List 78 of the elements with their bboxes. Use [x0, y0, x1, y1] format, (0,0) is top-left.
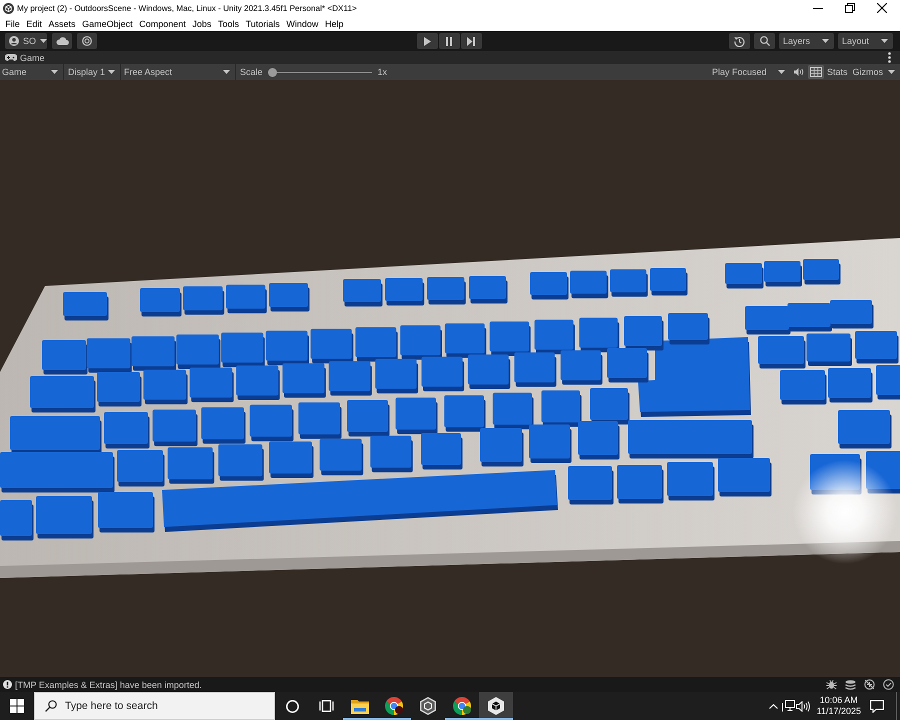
grid-toggle[interactable] [808, 65, 824, 79]
ring-icon [82, 36, 92, 46]
cube-icon [488, 697, 504, 715]
close-icon [877, 3, 887, 13]
crossed-circle-icon [864, 679, 875, 690]
stats-button[interactable]: Stats [824, 64, 850, 80]
search-icon [45, 700, 57, 712]
toolbar-button[interactable] [77, 33, 97, 49]
menu-item[interactable]: Component [136, 18, 190, 30]
view-dropdown[interactable]: Game [0, 64, 63, 80]
restore-icon [845, 3, 855, 13]
play-button[interactable] [416, 33, 438, 49]
window-title: My project (2) - OutdoorsScene - Windows, Mac, Linux - Unity 2021.3.45f1 Personal* <DX11> [17, 4, 357, 12]
cloud-button[interactable] [52, 33, 72, 49]
chevron-up-icon [768, 704, 778, 708]
windows-logo-icon [10, 699, 24, 713]
more-icon [888, 52, 891, 63]
ring-icon [286, 700, 298, 712]
menu-item[interactable]: File [2, 18, 24, 30]
menu-item[interactable]: Jobs [189, 18, 215, 30]
menu-item[interactable]: Window [283, 18, 322, 30]
gamepad-icon [5, 54, 17, 61]
grid-icon [810, 67, 822, 77]
stack-icon [845, 680, 856, 690]
history-button[interactable] [729, 33, 750, 49]
menu-item[interactable]: Assets [45, 18, 79, 30]
caret-icon [888, 70, 895, 74]
scale-value: 1x [378, 67, 388, 77]
scale-label: Scale [240, 67, 263, 77]
unity-logo-icon [3, 2, 14, 14]
caret-icon [822, 39, 829, 43]
user-icon [9, 36, 19, 46]
search-button[interactable] [754, 33, 775, 49]
check-circle-icon [883, 679, 894, 690]
hexagon-cube-icon [420, 697, 436, 715]
display-dropdown[interactable]: Display 1 [64, 64, 120, 80]
caret-icon [778, 70, 785, 74]
menu-item[interactable]: Edit [23, 18, 46, 30]
search-field[interactable]: Type here to search [34, 692, 275, 720]
slider-thumb[interactable] [268, 68, 277, 76]
caret-icon [40, 39, 48, 43]
layers-dropdown[interactable]: Layers [779, 33, 834, 49]
aspect-dropdown[interactable]: Free Aspect [121, 64, 235, 80]
account-dropdown[interactable]: SO [5, 33, 47, 49]
menu-item[interactable]: GameObject [78, 18, 136, 30]
clock-date[interactable]: 11/17/2025 [816, 706, 861, 717]
pause-button[interactable] [438, 33, 460, 49]
layout-dropdown[interactable]: Layout [838, 33, 893, 49]
pause-icon [446, 36, 452, 46]
folder-icon [351, 698, 369, 714]
scale-slider[interactable] [268, 68, 372, 76]
game-tab[interactable]: Game [0, 51, 51, 64]
speaker-icon [794, 68, 804, 76]
clock-time[interactable]: 10:06 AM [820, 695, 858, 706]
step-icon [467, 36, 475, 46]
speech-bubble-icon [870, 700, 884, 712]
play-mode-dropdown[interactable]: Play Focused [712, 64, 790, 80]
monitor-icon [782, 700, 795, 712]
menu-item[interactable]: Help [322, 18, 347, 30]
caret-icon [51, 70, 58, 74]
menu-item[interactable]: Tutorials [242, 18, 284, 30]
info-icon [3, 680, 12, 689]
status-message: [TMP Examples & Extras] have been imported. [15, 680, 202, 690]
menu-item[interactable]: Tools [214, 18, 242, 30]
taskbar-app-button[interactable] [479, 692, 513, 720]
caret-icon [223, 70, 230, 74]
search-icon [760, 36, 770, 46]
history-icon [734, 36, 745, 46]
bug-icon [826, 679, 837, 690]
caret-icon [881, 39, 888, 43]
more-button[interactable] [887, 52, 892, 63]
play-icon [424, 36, 430, 46]
caret-icon [108, 70, 115, 74]
speaker-icon [796, 700, 810, 712]
step-button[interactable] [460, 33, 482, 49]
task-view-icon [318, 700, 334, 712]
gizmos-button[interactable]: Gizmos [850, 64, 885, 80]
cloud-icon [56, 37, 68, 45]
